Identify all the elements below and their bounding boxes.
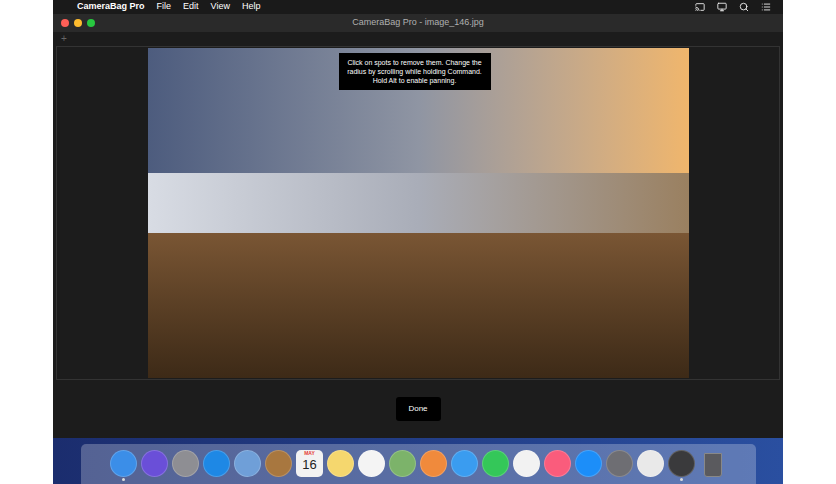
running-dot: [122, 478, 125, 481]
trash-icon: [699, 450, 726, 477]
list-icon[interactable]: [761, 2, 771, 12]
dock-item[interactable]: [327, 450, 354, 481]
airplay-icon[interactable]: [695, 2, 705, 12]
dock-item[interactable]: [110, 450, 137, 481]
menu-item[interactable]: View: [211, 0, 230, 14]
running-dot: [246, 478, 249, 481]
app-icon: [234, 450, 261, 477]
app-icon: [513, 450, 540, 477]
window-title: CameraBag Pro - image_146.jpg: [352, 16, 484, 30]
running-dot: [463, 478, 466, 481]
dock-item[interactable]: [358, 450, 385, 481]
dock-item[interactable]: [389, 450, 416, 481]
zoom-button[interactable]: [87, 19, 95, 27]
button-area: Done: [53, 380, 783, 438]
dock-item[interactable]: [637, 450, 664, 481]
desktop: CameraBag ProFileEditViewHelpCameraBag P…: [53, 0, 783, 484]
running-dot: [432, 478, 435, 481]
dock-item[interactable]: [451, 450, 478, 481]
menu-item[interactable]: Help: [242, 0, 261, 14]
dock: MAY16: [81, 444, 756, 484]
app-icon: [575, 450, 602, 477]
editor-panel: Click on spots to remove them. Change th…: [56, 46, 780, 380]
app-menu[interactable]: CameraBag Pro: [77, 0, 145, 14]
toolbar: +: [53, 32, 783, 46]
display-icon[interactable]: [717, 2, 727, 12]
dock-item[interactable]: [482, 450, 509, 481]
dock-area: MAY16: [53, 438, 783, 484]
done-button[interactable]: Done: [396, 397, 441, 421]
close-button[interactable]: [61, 19, 69, 27]
running-dot: [277, 478, 280, 481]
dock-item[interactable]: [234, 450, 261, 481]
add-button[interactable]: +: [61, 33, 67, 45]
app-icon: [203, 450, 230, 477]
app-icon: [637, 450, 664, 477]
app-icon: [358, 450, 385, 477]
dock-item[interactable]: [513, 450, 540, 481]
running-dot: [401, 478, 404, 481]
running-dot: [649, 478, 652, 481]
app-icon: [668, 450, 695, 477]
running-dot: [618, 478, 621, 481]
dock-item[interactable]: [141, 450, 168, 481]
app-icon: [327, 450, 354, 477]
running-dot: [184, 478, 187, 481]
calendar-icon: MAY16: [296, 450, 323, 477]
menu-item[interactable]: File: [157, 0, 172, 14]
dock-item[interactable]: [265, 450, 292, 481]
running-dot: [525, 478, 528, 481]
app-icon: [110, 450, 137, 477]
menu-item[interactable]: Edit: [183, 0, 199, 14]
dock-item[interactable]: [699, 450, 726, 481]
dock-item[interactable]: [172, 450, 199, 481]
running-dot: [556, 478, 559, 481]
app-icon: [420, 450, 447, 477]
menu-bar: CameraBag Pro File Edit View Help: [53, 0, 783, 14]
dock-item[interactable]: [575, 450, 602, 481]
running-dot: [680, 478, 683, 481]
title-bar: CameraBag Pro - image_146.jpg: [53, 14, 783, 32]
minimize-button[interactable]: [74, 19, 82, 27]
app-icon: [265, 450, 292, 477]
running-dot: [153, 478, 156, 481]
app-icon: [606, 450, 633, 477]
dock-item[interactable]: MAY16: [296, 450, 323, 481]
search-icon[interactable]: [739, 2, 749, 12]
tooltip: Click on spots to remove them. Change th…: [339, 53, 491, 90]
dock-item[interactable]: [203, 450, 230, 481]
dock-item[interactable]: [668, 450, 695, 481]
screen: CameraBag ProFileEditViewHelpCameraBag P…: [0, 0, 836, 484]
app-icon: [141, 450, 168, 477]
photo[interactable]: Click on spots to remove them. Change th…: [148, 48, 689, 378]
running-dot: [494, 478, 497, 481]
running-dot: [587, 478, 590, 481]
running-dot: [370, 478, 373, 481]
app-icon: [172, 450, 199, 477]
dock-item[interactable]: [420, 450, 447, 481]
running-dot: [215, 478, 218, 481]
running-dot: [711, 478, 714, 481]
dock-item[interactable]: [606, 450, 633, 481]
app-icon: [544, 450, 571, 477]
running-dot: [339, 478, 342, 481]
dock-item[interactable]: [544, 450, 571, 481]
app-icon: [482, 450, 509, 477]
app-icon: [389, 450, 416, 477]
app-icon: [451, 450, 478, 477]
